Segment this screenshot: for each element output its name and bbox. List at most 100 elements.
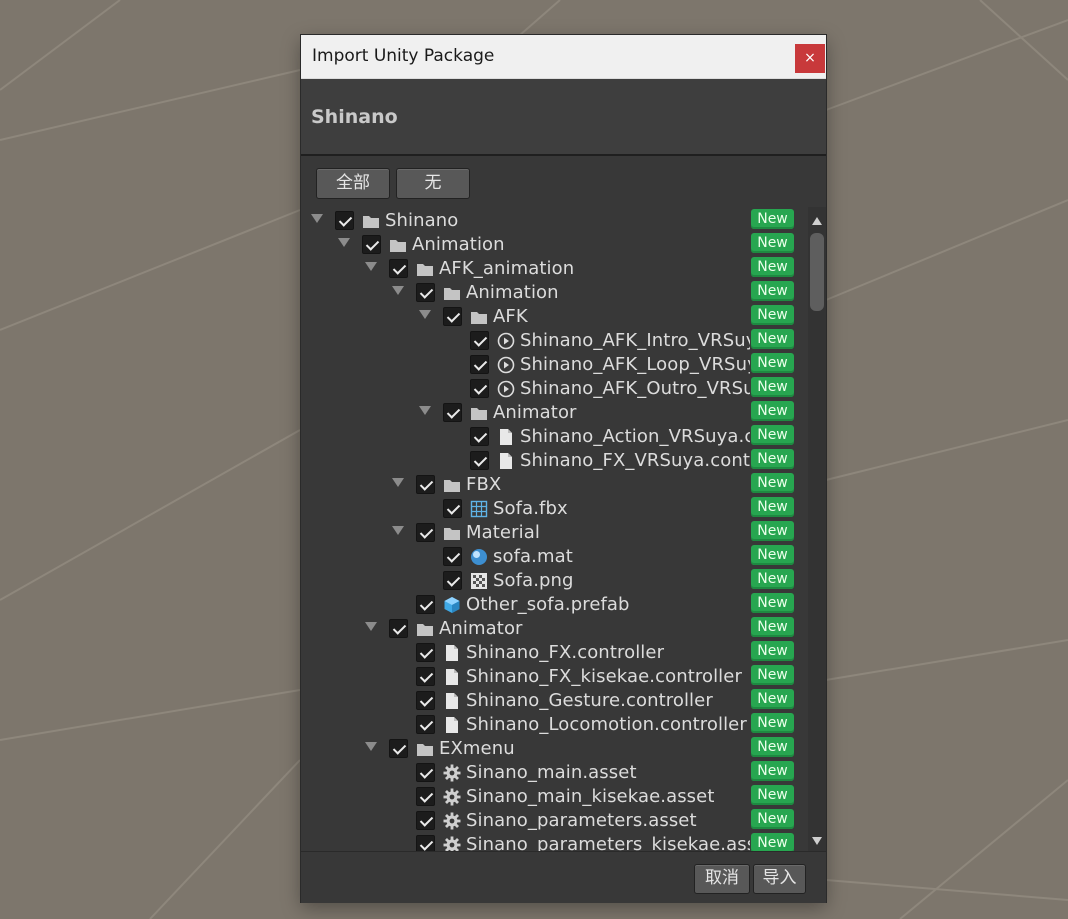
expand-arrow-icon[interactable] [338,238,350,247]
select-all-button[interactable]: 全部 [316,168,390,199]
tree-item-label: Shinano_Action_VRSuya.controller [520,426,750,447]
include-checkbox[interactable] [470,427,489,446]
import-button[interactable]: 导入 [753,864,806,894]
tree-row[interactable]: Shinano_Locomotion.controller New [301,713,806,737]
tree-row[interactable]: Material New [301,521,806,545]
tree-row[interactable]: Shinano_FX.controller New [301,641,806,665]
tree-row[interactable]: Sinano_parameters_kisekae.asset New [301,833,806,851]
tree-row[interactable]: Sofa.png New [301,569,806,593]
folder-icon [470,308,488,326]
expand-arrow-icon[interactable] [392,526,404,535]
include-checkbox[interactable] [443,547,462,566]
new-badge: New [751,257,794,277]
include-checkbox[interactable] [416,811,435,830]
tree-row[interactable]: Other_sofa.prefab New [301,593,806,617]
include-checkbox[interactable] [416,643,435,662]
tree-row[interactable]: Animator New [301,617,806,641]
tree-row-content: EXmenu [301,737,750,761]
tree-row[interactable]: Shinano_FX_VRSuya.controllerNew [301,449,806,473]
include-checkbox[interactable] [416,691,435,710]
include-checkbox[interactable] [470,331,489,350]
include-checkbox[interactable] [416,667,435,686]
tree-row-content: Animator [301,401,750,425]
cancel-button[interactable]: 取消 [694,864,750,894]
select-none-button[interactable]: 无 [396,168,470,199]
expand-arrow-icon[interactable] [419,310,431,319]
tree-row[interactable]: EXmenu New [301,737,806,761]
include-checkbox[interactable] [443,499,462,518]
expand-arrow-icon[interactable] [365,262,377,271]
include-checkbox[interactable] [443,403,462,422]
tree-row[interactable]: Shinano_AFK_Intro_VRSuya.animNew [301,329,806,353]
expand-arrow-icon[interactable] [311,214,323,223]
tree-row[interactable]: Animator New [301,401,806,425]
include-checkbox[interactable] [443,571,462,590]
new-badge: New [751,233,794,253]
include-checkbox[interactable] [470,451,489,470]
include-checkbox[interactable] [389,259,408,278]
tree-row[interactable]: Animation New [301,281,806,305]
expand-arrow-icon[interactable] [365,622,377,631]
expand-arrow-icon[interactable] [365,742,377,751]
tree-item-label: Shinano_AFK_Intro_VRSuya.anim [520,330,750,351]
new-badge: New [751,761,794,781]
tree-row[interactable]: FBX New [301,473,806,497]
tree-row[interactable]: Sofa.fbx New [301,497,806,521]
gear-icon [443,764,461,782]
tree-item-label: Animation [412,234,505,255]
tree-row[interactable]: Sinano_main_kisekae.asset New [301,785,806,809]
tree-row[interactable]: Shinano_AFK_Loop_VRSuya.animNew [301,353,806,377]
scrollbar-thumb[interactable] [810,233,824,311]
anim-clip-icon [497,356,515,374]
include-checkbox[interactable] [416,715,435,734]
include-checkbox[interactable] [416,523,435,542]
close-button[interactable]: × [795,44,825,73]
expand-arrow-icon[interactable] [419,406,431,415]
tree-row[interactable]: Shinano_FX_kisekae.controller New [301,665,806,689]
tree-row[interactable]: Sinano_parameters.asset New [301,809,806,833]
title-bar: Import Unity Package × [301,35,826,79]
scroll-up-arrow-icon[interactable] [812,217,822,225]
new-badge: New [751,545,794,565]
include-checkbox[interactable] [335,211,354,230]
new-badge: New [751,281,794,301]
new-badge: New [751,689,794,709]
tree-item-label: Sinano_parameters_kisekae.asset [466,834,750,851]
scroll-down-arrow-icon[interactable] [812,837,822,845]
tree-row[interactable]: AFK_animation New [301,257,806,281]
tree-item-label: Shinano_AFK_Outro_VRSuya.anim [520,378,750,399]
tree-row[interactable]: Shinano_Gesture.controller New [301,689,806,713]
include-checkbox[interactable] [416,283,435,302]
tree-row[interactable]: Shinano New [301,209,806,233]
folder-icon [443,476,461,494]
tree-row-content: Shinano_AFK_Outro_VRSuya.anim [301,377,750,401]
tree-row[interactable]: Shinano_AFK_Outro_VRSuya.animNew [301,377,806,401]
import-package-dialog: Import Unity Package × Shinano 全部 无 Shin… [301,35,826,903]
expand-arrow-icon[interactable] [392,478,404,487]
tree-row[interactable]: Animation New [301,233,806,257]
include-checkbox[interactable] [470,355,489,374]
new-badge: New [751,473,794,493]
tree-row[interactable]: sofa.mat New [301,545,806,569]
include-checkbox[interactable] [416,835,435,851]
package-tree[interactable]: Shinano New Animation New AFK_animation New An… [301,207,826,851]
close-icon: × [804,50,816,66]
include-checkbox[interactable] [389,739,408,758]
new-badge: New [751,665,794,685]
tree-item-label: Animation [466,282,559,303]
tree-row[interactable]: Shinano_Action_VRSuya.controllerNew [301,425,806,449]
gear-icon [443,836,461,851]
include-checkbox[interactable] [416,475,435,494]
include-checkbox[interactable] [362,235,381,254]
tree-item-label: Sofa.png [493,570,574,591]
include-checkbox[interactable] [416,787,435,806]
new-badge: New [751,521,794,541]
include-checkbox[interactable] [470,379,489,398]
expand-arrow-icon[interactable] [392,286,404,295]
include-checkbox[interactable] [389,619,408,638]
tree-row[interactable]: AFK New [301,305,806,329]
tree-row[interactable]: Sinano_main.asset New [301,761,806,785]
include-checkbox[interactable] [416,763,435,782]
include-checkbox[interactable] [443,307,462,326]
include-checkbox[interactable] [416,595,435,614]
